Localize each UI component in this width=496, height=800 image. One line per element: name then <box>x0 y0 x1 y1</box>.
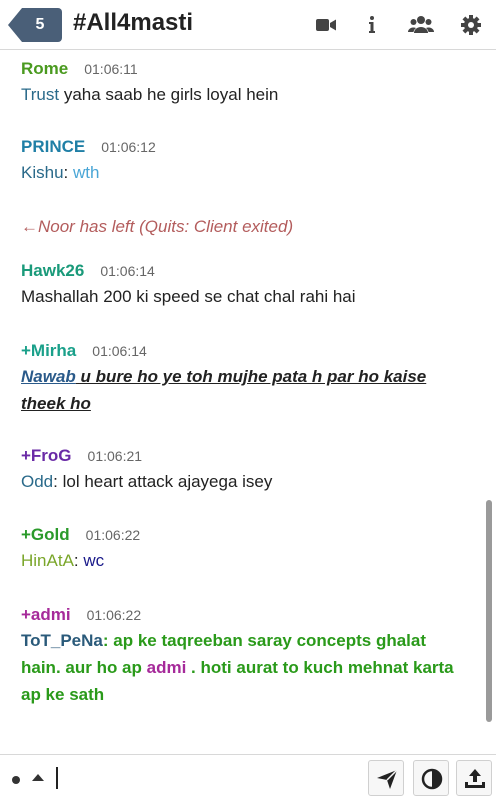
message-segment: Odd <box>21 472 54 491</box>
back-unread-badge[interactable]: 5 <box>8 8 62 42</box>
status-dot-icon[interactable] <box>12 776 20 784</box>
send-button[interactable] <box>368 760 404 796</box>
scrollbar[interactable] <box>486 500 492 722</box>
message-segment: wth <box>72 163 100 182</box>
contrast-icon <box>421 768 443 790</box>
composer <box>0 754 496 800</box>
message-segment: wc <box>83 551 105 570</box>
message-text: Trust yaha saab he girls loyal hein <box>21 81 466 108</box>
message-segment: : <box>73 551 84 570</box>
caret-up-icon[interactable] <box>32 774 44 781</box>
upload-button[interactable] <box>456 760 492 796</box>
message-list[interactable]: ←Noor has left (Quits: Client exited) Ro… <box>0 51 484 753</box>
message-time: 01:06:11 <box>84 61 138 77</box>
message-nick[interactable]: Hawk26 <box>21 261 84 281</box>
chat-message: PRINCE 01:06:12 Kishu: wth <box>21 137 466 186</box>
message-input[interactable] <box>56 767 58 789</box>
message-segment: Trust <box>21 85 60 104</box>
message-segment: : <box>63 163 73 182</box>
chat-message: +Gold 01:06:22 HinAtA: wc <box>21 525 466 574</box>
message-segment: Mashallah 200 ki speed se chat chal rahi… <box>21 287 356 306</box>
video-camera-icon[interactable] <box>314 13 338 37</box>
part-notice: ←Noor has left (Quits: Client exited) <box>21 217 294 236</box>
message-time: 01:06:12 <box>101 139 156 155</box>
message-time: 01:06:21 <box>87 448 143 464</box>
message-text: Mashallah 200 ki speed se chat chal rahi… <box>21 283 466 310</box>
message-text: ToT_PeNa: ap ke taqreeban saray concepts… <box>21 627 466 708</box>
chat-message: +FroG 01:06:21 Odd: lol heart attack ajaye… <box>21 446 466 495</box>
message-time: 01:06:14 <box>92 343 147 359</box>
message-segment: : lol heart attack ajayega isey <box>53 472 273 491</box>
info-icon[interactable] <box>360 13 384 37</box>
upload-icon <box>465 769 485 788</box>
message-segment: Nawab <box>21 367 76 386</box>
message-time: 01:06:22 <box>86 607 142 623</box>
channel-header: 5 #All4masti <box>0 0 496 50</box>
message-nick[interactable]: +Mirha <box>21 341 76 361</box>
chat-message: +admi 01:06:22 ToT_PeNa: ap ke taqreeban s… <box>21 605 466 708</box>
contrast-toggle-button[interactable] <box>413 760 449 796</box>
message-text: HinAtA: wc <box>21 547 466 574</box>
message-segment: u bure ho ye toh mujhe pata h par ho kai… <box>21 367 427 413</box>
message-segment: HinAtA <box>21 551 74 570</box>
chat-message: Rome 01:06:11 Trust yaha saab he girls loy… <box>21 59 466 108</box>
channel-title: #All4masti <box>73 9 194 36</box>
message-nick[interactable]: +Gold <box>21 525 70 545</box>
unread-count: 5 <box>35 16 45 33</box>
chat-message: Hawk26 01:06:14 Mashallah 200 ki speed se … <box>21 261 466 310</box>
message-segment: ToT_PeNa <box>21 631 103 650</box>
message-nick[interactable]: PRINCE <box>21 137 85 157</box>
chat-message: +Mirha 01:06:14 Nawab u bure ho ye toh muj… <box>21 341 466 417</box>
message-time: 01:06:14 <box>100 263 155 279</box>
message-text: Kishu: wth <box>21 159 466 186</box>
message-time: 01:06:22 <box>85 527 141 543</box>
send-icon <box>377 769 398 789</box>
message-segment: yaha saab he girls loyal hein <box>59 85 279 104</box>
message-nick[interactable]: +FroG <box>21 446 72 466</box>
gear-icon[interactable] <box>459 13 483 37</box>
message-nick[interactable]: +admi <box>21 605 71 625</box>
message-segment: Kishu <box>21 163 64 182</box>
message-text: Nawab u bure ho ye toh mujhe pata h par … <box>21 363 466 417</box>
message-nick[interactable]: Rome <box>21 59 68 79</box>
message-text: Odd: lol heart attack ajayega isey <box>21 468 466 495</box>
message-segment: admi <box>146 658 187 677</box>
users-icon[interactable] <box>408 13 434 37</box>
